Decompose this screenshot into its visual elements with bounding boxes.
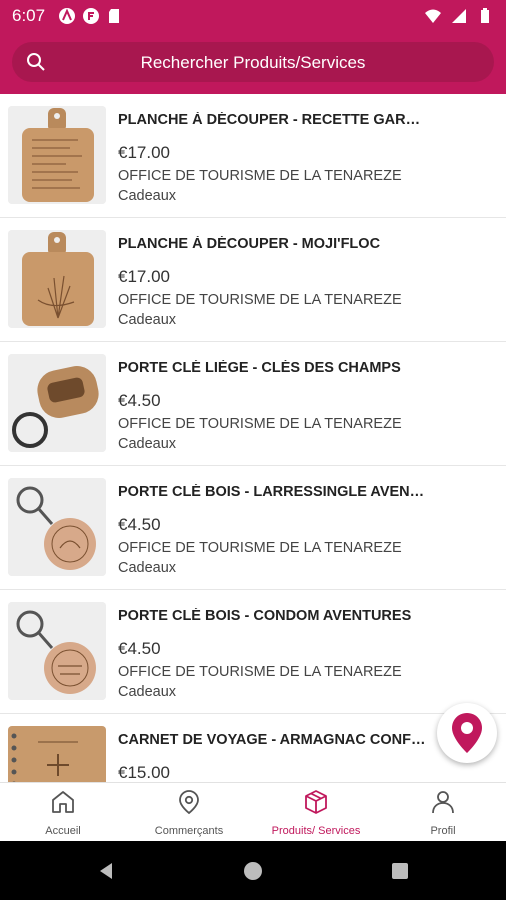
product-thumbnail xyxy=(8,478,106,576)
status-time: 6:07 xyxy=(12,6,46,25)
search-placeholder: Rechercher Produits/Services xyxy=(140,53,366,72)
map-pin-icon xyxy=(179,790,199,815)
product-thumbnail xyxy=(8,354,106,452)
home-icon xyxy=(52,791,74,813)
product-vendor: OFFICE DE TOURISME DE LA TENAREZE xyxy=(118,664,402,680)
battery-icon xyxy=(481,8,489,23)
system-navigation-bar xyxy=(0,841,506,900)
product-title: PORTE CLÉ BOIS - CONDOM AVENTURES xyxy=(118,608,412,624)
product-title: PORTE CLÉ LIÈGE - CLÉS DES CHAMPS xyxy=(118,360,401,376)
nav-accueil[interactable]: Accueil xyxy=(0,783,126,842)
product-category: Cadeaux xyxy=(118,436,177,452)
nav-label: Commerçants xyxy=(154,825,224,837)
nav-produits-services[interactable]: Produits/ Services xyxy=(253,783,379,842)
nav-label: Accueil xyxy=(45,825,81,837)
product-thumbnail xyxy=(8,106,106,204)
back-icon[interactable] xyxy=(96,861,116,881)
app-a-icon xyxy=(59,8,75,24)
product-price: €17.00 xyxy=(118,267,170,286)
nav-commercants[interactable]: Commerçants xyxy=(126,783,252,842)
product-title: CARNET DE VOYAGE - ARMAGNAC CONFID... xyxy=(118,732,428,748)
person-icon xyxy=(432,791,454,814)
product-price: €4.50 xyxy=(118,515,161,534)
app-header: Rechercher Produits/Services xyxy=(0,32,506,94)
app-f-icon xyxy=(83,8,99,24)
home-button-icon[interactable] xyxy=(243,861,263,881)
sd-card-icon xyxy=(109,9,119,23)
product-category: Cadeaux xyxy=(118,188,177,204)
product-category: Cadeaux xyxy=(118,684,177,700)
product-vendor: OFFICE DE TOURISME DE LA TENAREZE xyxy=(118,540,402,556)
product-thumbnail xyxy=(8,602,106,700)
product-item[interactable]: CARNET DE VOYAGE - ARMAGNAC CONFID... €1… xyxy=(0,714,506,782)
product-item[interactable]: PORTE CLÉ BOIS - LARRESSINGLE AVENTU... … xyxy=(0,466,506,590)
product-vendor: OFFICE DE TOURISME DE LA TENAREZE xyxy=(118,416,402,432)
signal-icon xyxy=(452,9,466,23)
product-list[interactable]: PLANCHE À DÉCOUPER - RECETTE GARBURE €17… xyxy=(0,94,506,782)
package-icon xyxy=(305,790,327,814)
product-category: Cadeaux xyxy=(118,560,177,576)
product-item[interactable]: PORTE CLÉ LIÈGE - CLÉS DES CHAMPS €4.50 … xyxy=(0,342,506,466)
product-price: €4.50 xyxy=(118,391,161,410)
product-price: €15.00 xyxy=(118,763,170,782)
nav-label: Produits/ Services xyxy=(271,825,361,837)
map-pin-icon xyxy=(452,713,482,753)
map-fab-button[interactable] xyxy=(437,703,497,763)
product-thumbnail xyxy=(8,726,106,782)
product-item[interactable]: PORTE CLÉ BOIS - CONDOM AVENTURES €4.50 … xyxy=(0,590,506,714)
product-title: PORTE CLÉ BOIS - LARRESSINGLE AVENTU... xyxy=(118,484,428,500)
bottom-navigation: Accueil Commerçants Produits/ Services P… xyxy=(0,782,506,841)
product-category: Cadeaux xyxy=(118,312,177,328)
product-item[interactable]: PLANCHE À DÉCOUPER - RECETTE GARBURE €17… xyxy=(0,94,506,218)
nav-label: Profil xyxy=(430,825,456,837)
product-price: €17.00 xyxy=(118,143,170,162)
product-vendor: OFFICE DE TOURISME DE LA TENAREZE xyxy=(118,292,402,308)
search-input[interactable]: Rechercher Produits/Services xyxy=(12,42,494,82)
nav-profil[interactable]: Profil xyxy=(380,783,506,842)
wifi-icon xyxy=(425,9,441,23)
status-bar: 6:07 xyxy=(0,0,506,32)
product-title: PLANCHE À DÉCOUPER - MOJI'FLOC xyxy=(118,236,381,252)
product-item[interactable]: PLANCHE À DÉCOUPER - MOJI'FLOC €17.00 OF… xyxy=(0,218,506,342)
product-title: PLANCHE À DÉCOUPER - RECETTE GARBURE xyxy=(118,112,428,128)
product-price: €4.50 xyxy=(118,639,161,658)
product-vendor: OFFICE DE TOURISME DE LA TENAREZE xyxy=(118,168,402,184)
recents-icon[interactable] xyxy=(390,861,410,881)
product-thumbnail xyxy=(8,230,106,328)
